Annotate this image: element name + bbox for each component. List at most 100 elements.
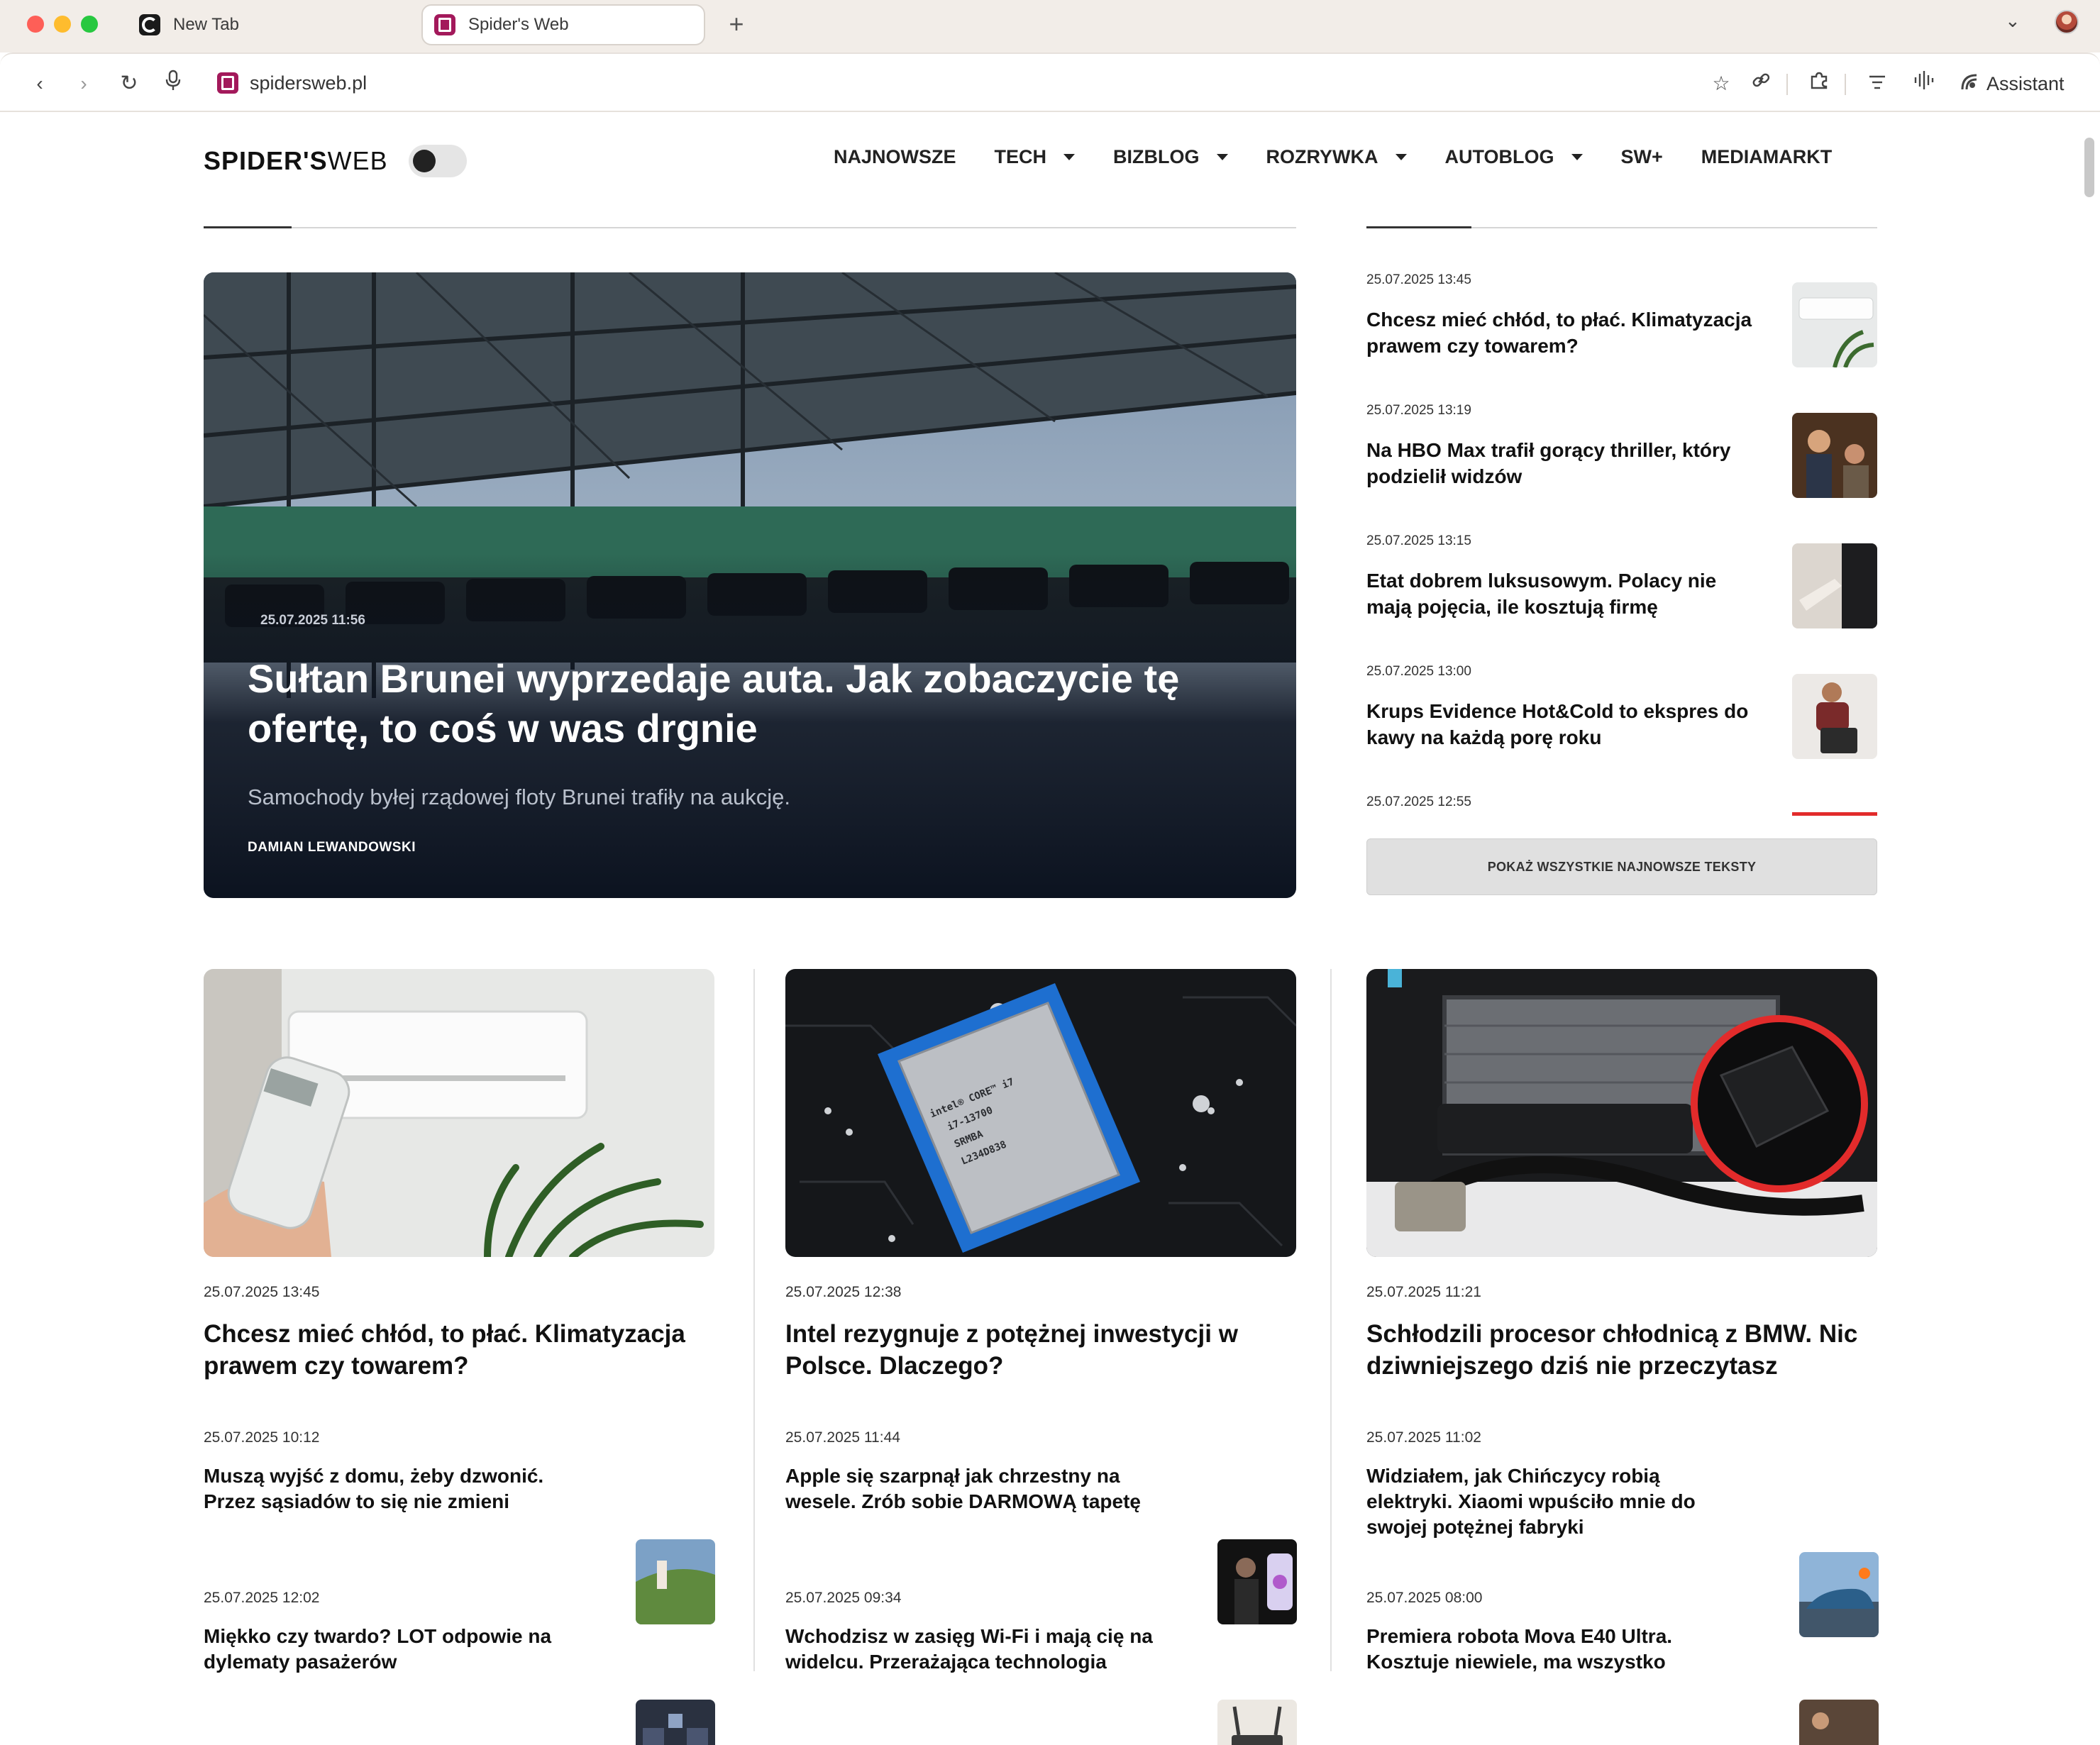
- nav-item-tech[interactable]: TECH: [995, 146, 1076, 168]
- article-thumbnail[interactable]: [636, 1539, 715, 1624]
- caret-down-icon[interactable]: [1395, 154, 1407, 160]
- article-title[interactable]: Miękko czy twardo? LOT odpowie na dylema…: [204, 1624, 587, 1675]
- latest-item[interactable]: 25.07.2025 13:15 Etat dobrem luksusowym.…: [1366, 533, 1877, 628]
- article-date: 25.07.2025 09:34: [785, 1590, 902, 1606]
- profile-avatar[interactable]: [2055, 10, 2079, 34]
- maximize-window-button[interactable]: [81, 16, 98, 33]
- latest-item[interactable]: 25.07.2025 13:45 Chcesz mieć chłód, to p…: [1366, 272, 1877, 367]
- column-divider: [1330, 969, 1332, 1671]
- latest-thumbnail[interactable]: [1792, 543, 1877, 628]
- assistant-button[interactable]: Assistant: [1958, 71, 2065, 97]
- logo-bold-text: SPIDER'S: [204, 146, 328, 175]
- latest-thumbnail[interactable]: [1792, 282, 1877, 367]
- latest-item[interactable]: 25.07.2025 13:19 Na HBO Max trafił gorąc…: [1366, 403, 1877, 498]
- tab-list-chevron-down-icon[interactable]: ⌄: [2005, 10, 2021, 32]
- nav-label: TECH: [994, 146, 1047, 167]
- article-date: 25.07.2025 12:38: [785, 1284, 902, 1300]
- intel-cpu-image: intel® CORE™ i7 i7-13700 SRMBA L234D838: [785, 969, 1296, 1257]
- latest-thumbnail[interactable]: [1792, 413, 1877, 498]
- latest-title[interactable]: Etat dobrem luksusowym. Polacy nie mają …: [1366, 567, 1764, 620]
- nav-item-mediamarkt[interactable]: MEDIAMARKT: [1701, 146, 1832, 168]
- tab-title: New Tab: [173, 15, 239, 34]
- caret-down-icon[interactable]: [1571, 154, 1583, 160]
- reload-icon[interactable]: ↻: [115, 70, 143, 98]
- hill-phone-thumb-image: [636, 1539, 715, 1624]
- latest-item[interactable]: 25.07.2025 12:55: [1366, 794, 1877, 810]
- airplane-cabin-thumb-image: [636, 1700, 715, 1745]
- assistant-icon: [1958, 71, 1979, 97]
- article-title[interactable]: Chcesz mieć chłód, to płać. Klimatyzacja…: [204, 1318, 714, 1382]
- microphone-icon[interactable]: [159, 70, 187, 98]
- nav-item-najnowsze[interactable]: NAJNOWSZE: [834, 146, 956, 168]
- nav-item-rozrywka[interactable]: ROZRYWKA: [1266, 146, 1407, 168]
- close-window-button[interactable]: [27, 16, 44, 33]
- article-title[interactable]: Widziałem, jak Chińczycy robią elektryki…: [1366, 1463, 1750, 1540]
- main-navigation: NAJNOWSZE TECH BIZBLOG ROZRYWKA AUTOBLOG…: [834, 146, 1832, 168]
- article-title[interactable]: Premiera robota Mova E40 Ultra. Kosztuje…: [1366, 1624, 1750, 1675]
- site-logo[interactable]: SPIDER'SWEB: [204, 146, 388, 176]
- nav-item-sw-plus[interactable]: SW+: [1621, 146, 1663, 168]
- bmw-radiator-cooler-image: [1366, 969, 1877, 1257]
- assistant-label: Assistant: [1986, 73, 2065, 94]
- latest-title[interactable]: Chcesz mieć chłód, to płać. Klimatyzacja…: [1366, 306, 1764, 359]
- dark-mode-toggle[interactable]: [409, 145, 467, 177]
- browser-tabbar: New Tab Spider's Web + ⌄: [0, 0, 2100, 52]
- tab-new-tab[interactable]: New Tab: [128, 4, 411, 45]
- air-conditioner-image: [204, 969, 714, 1257]
- extensions-puzzle-icon[interactable]: [1805, 70, 1833, 98]
- article-title[interactable]: Schłodzili procesor chłodnicą z BMW. Nic…: [1366, 1318, 1877, 1382]
- address-bar[interactable]: spidersweb.pl: [250, 72, 367, 94]
- article-card-image[interactable]: [1366, 969, 1877, 1257]
- robot-vacuum-thumb-image: [1799, 1700, 1879, 1745]
- reader-list-icon[interactable]: [1863, 70, 1891, 98]
- wifi-router-thumb-image: [1217, 1700, 1297, 1745]
- article-title[interactable]: Wchodzisz w zasięg Wi-Fi i mają cię na w…: [785, 1624, 1168, 1675]
- hbo-thriller-thumb-image: [1792, 413, 1877, 498]
- article-thumbnail[interactable]: [1799, 1700, 1879, 1745]
- hero-article[interactable]: 25.07.2025 11:56 Sułtan Brunei wyprzedaj…: [204, 272, 1296, 898]
- show-all-latest-button[interactable]: POKAŻ WSZYSTKIE NAJNOWSZE TEKSTY: [1366, 838, 1877, 895]
- section-divider-accent: [204, 226, 292, 228]
- latest-thumbnail-red-accent: [1792, 812, 1877, 816]
- new-tab-plus-icon[interactable]: +: [722, 10, 751, 38]
- forward-arrow-icon[interactable]: ›: [70, 70, 98, 98]
- article-thumbnail[interactable]: [1217, 1700, 1297, 1745]
- article-card-image[interactable]: [204, 969, 714, 1257]
- page-scrollbar[interactable]: [2084, 138, 2094, 197]
- nav-item-autoblog[interactable]: AUTOBLOG: [1445, 146, 1583, 168]
- latest-item[interactable]: 25.07.2025 13:00 Krups Evidence Hot&Cold…: [1366, 664, 1877, 759]
- latest-title[interactable]: Na HBO Max trafił gorący thriller, który…: [1366, 437, 1764, 489]
- article-date: 25.07.2025 11:44: [785, 1429, 900, 1446]
- xiaomi-factory-thumb-image: [1799, 1552, 1879, 1637]
- nav-label: MEDIAMARKT: [1701, 146, 1833, 167]
- article-thumbnail[interactable]: [636, 1700, 715, 1745]
- article-date: 25.07.2025 08:00: [1366, 1590, 1483, 1606]
- hero-title[interactable]: Sułtan Brunei wyprzedaje auta. Jak zobac…: [248, 654, 1241, 753]
- nav-label: BIZBLOG: [1113, 146, 1200, 167]
- minimize-window-button[interactable]: [54, 16, 71, 33]
- office-thumb-image: [1792, 543, 1877, 628]
- caret-down-icon[interactable]: [1063, 154, 1076, 160]
- article-title[interactable]: Intel rezygnuje z potężnej inwestycji w …: [785, 1318, 1296, 1382]
- article-date: 25.07.2025 13:45: [204, 1284, 320, 1300]
- nav-label: ROZRYWKA: [1266, 146, 1378, 167]
- hero-author[interactable]: DAMIAN LEWANDOWSKI: [248, 840, 416, 855]
- back-arrow-icon[interactable]: ‹: [26, 70, 54, 98]
- tab-spiders-web[interactable]: Spider's Web: [421, 4, 705, 45]
- coffee-machine-thumb-image: [1792, 674, 1877, 759]
- article-thumbnail[interactable]: [1217, 1539, 1297, 1624]
- latest-title[interactable]: Krups Evidence Hot&Cold to ekspres do ka…: [1366, 698, 1764, 750]
- bookmark-star-icon[interactable]: ☆: [1707, 70, 1735, 98]
- article-card-image[interactable]: intel® CORE™ i7 i7-13700 SRMBA L234D838: [785, 969, 1296, 1257]
- article-date: 25.07.2025 11:02: [1366, 1429, 1481, 1446]
- hero-date: 25.07.2025 11:56: [260, 613, 365, 628]
- article-thumbnail[interactable]: [1799, 1552, 1879, 1637]
- article-title[interactable]: Muszą wyjść z domu, żeby dzwonić. Przez …: [204, 1463, 587, 1514]
- article-title[interactable]: Apple się szarpnął jak chrzestny na wese…: [785, 1463, 1168, 1514]
- voice-waveform-icon[interactable]: [1910, 70, 1938, 98]
- nav-item-bizblog[interactable]: BIZBLOG: [1113, 146, 1228, 168]
- copy-link-icon[interactable]: [1747, 70, 1775, 98]
- article-date: 25.07.2025 10:12: [204, 1429, 320, 1446]
- latest-thumbnail[interactable]: [1792, 674, 1877, 759]
- caret-down-icon[interactable]: [1216, 154, 1228, 160]
